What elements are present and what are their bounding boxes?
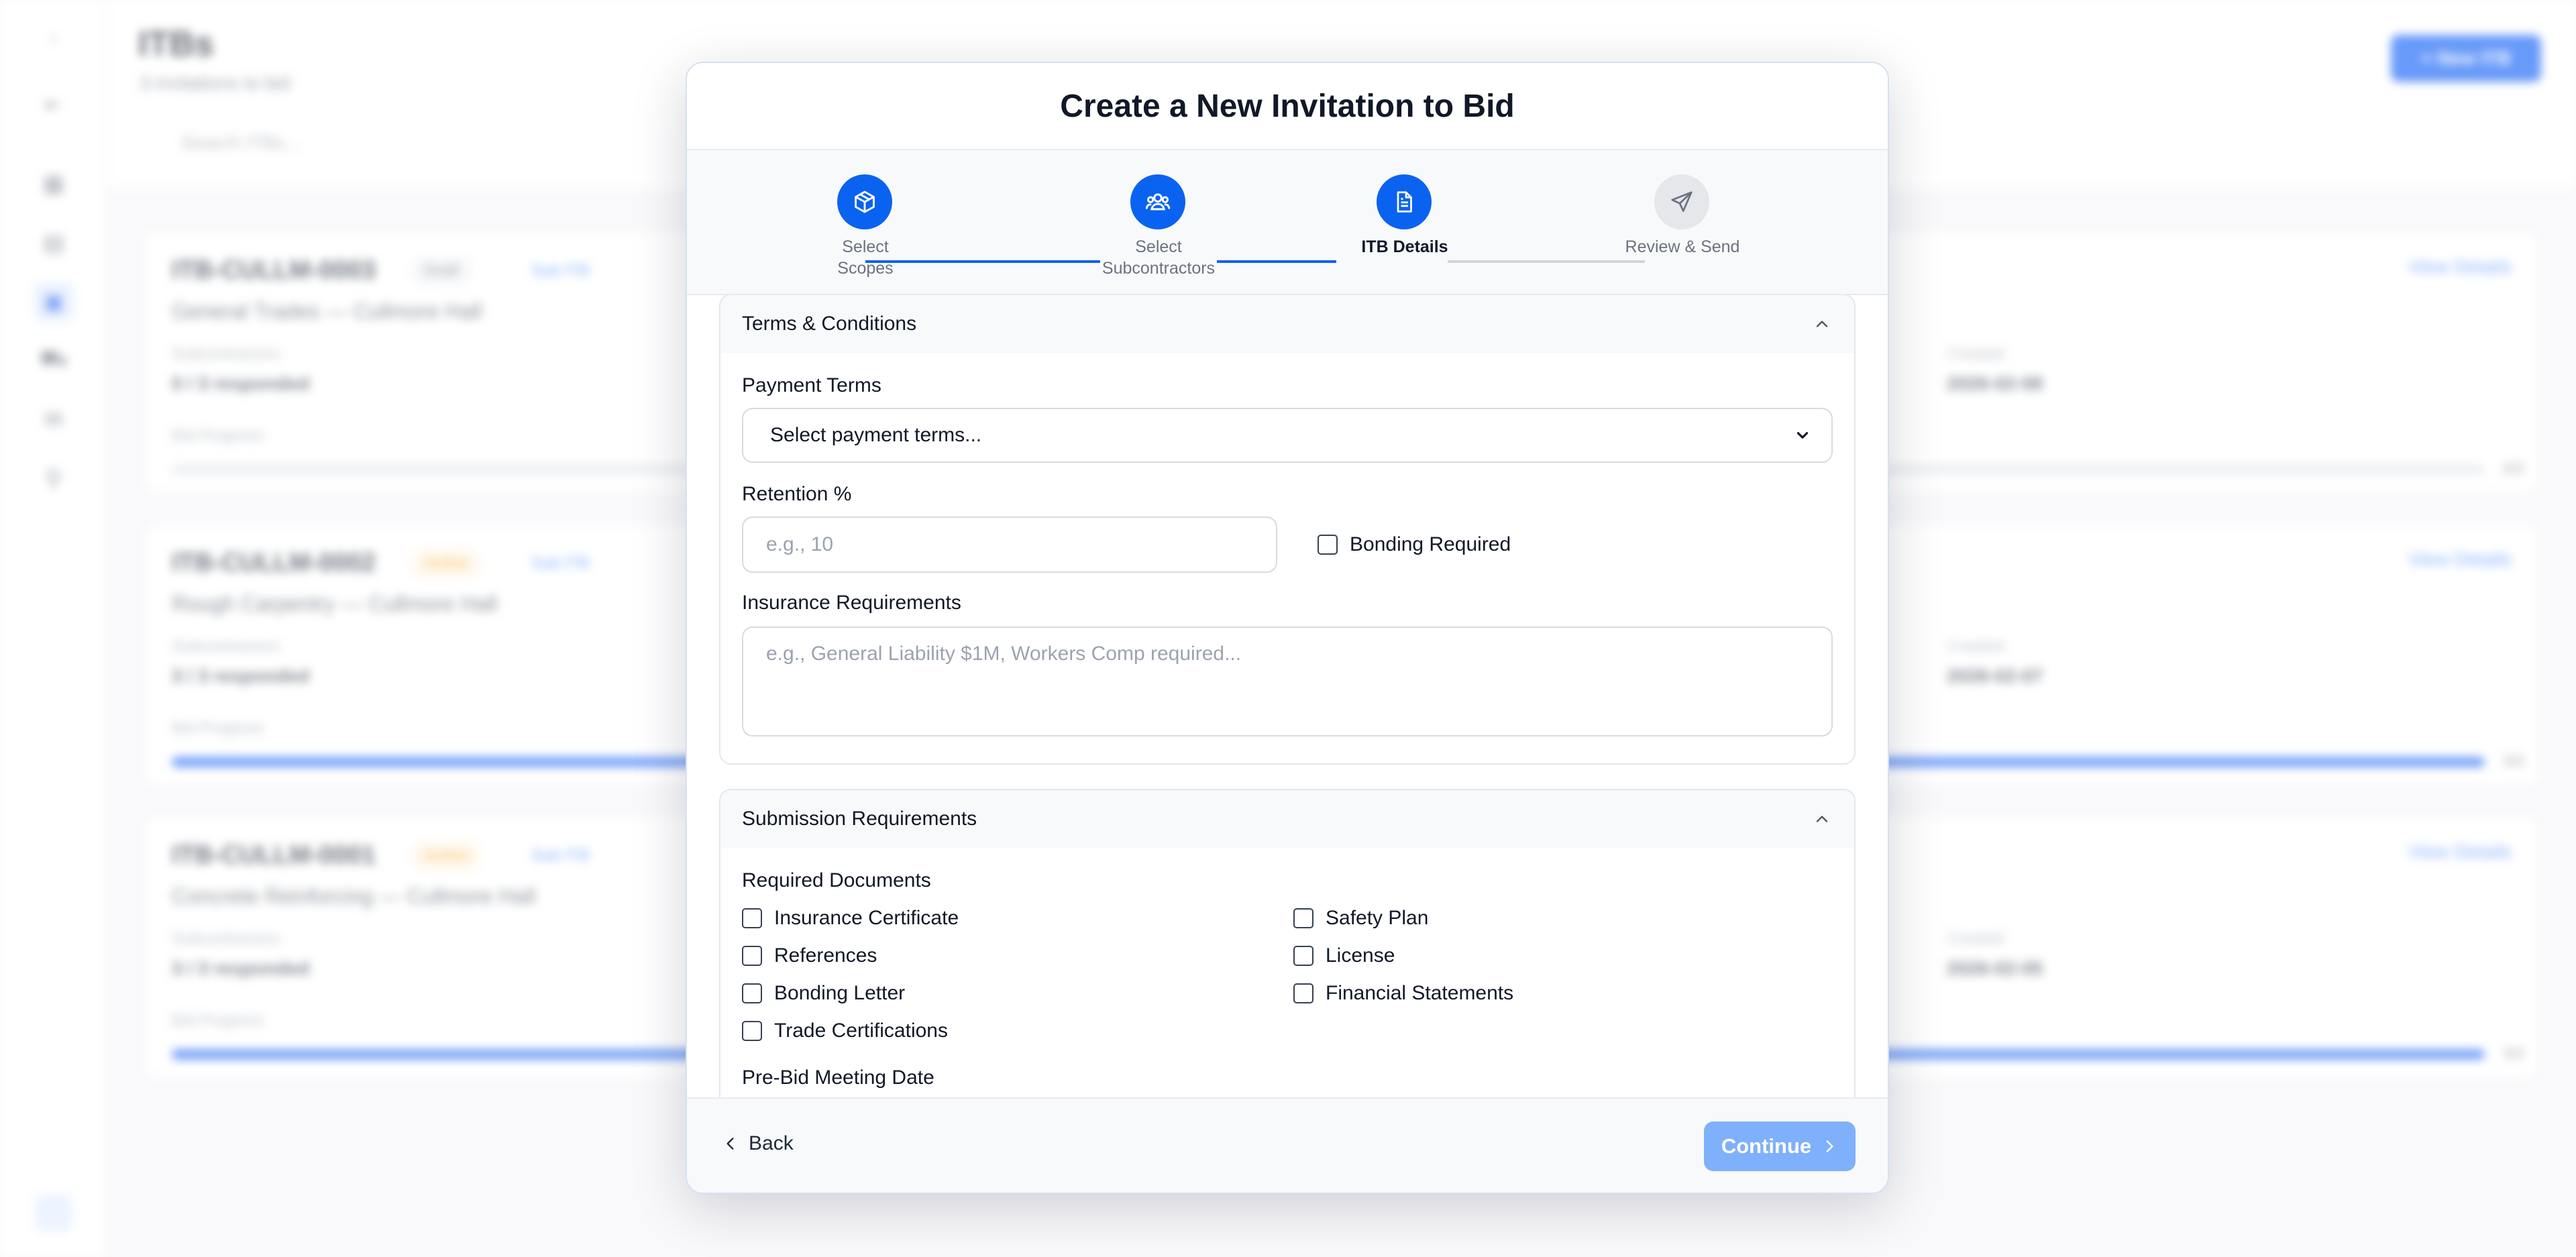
checkbox-box[interactable] [1293, 983, 1313, 1003]
step-label: Review & Send [1625, 237, 1740, 256]
modal-title: Create a New Invitation to Bid [1060, 88, 1515, 124]
insurance-textarea[interactable]: e.g., General Liability $1M, Workers Com… [742, 626, 1833, 736]
checkbox-box[interactable] [742, 946, 762, 966]
modal-footer: Back Continue [687, 1097, 1888, 1193]
doc-checkbox-safety-plan[interactable]: Safety Plan [1293, 907, 1428, 930]
doc-checkbox-trade-certifications[interactable]: Trade Certifications [742, 1020, 948, 1042]
create-itb-modal: Create a New Invitation to Bid Select Sc… [686, 62, 1889, 1194]
terms-section: Terms & Conditions Payment Terms Select … [719, 295, 1856, 765]
step-label: ITB Details [1361, 237, 1448, 256]
checkbox-box[interactable] [742, 983, 762, 1003]
doc-checkbox-license[interactable]: License [1293, 944, 1395, 967]
users-icon [1130, 174, 1185, 229]
doc-checkbox-bonding-letter[interactable]: Bonding Letter [742, 982, 905, 1005]
modal-body[interactable]: Terms & Conditions Payment Terms Select … [687, 295, 1888, 1097]
chevron-down-icon [1796, 432, 1809, 439]
modal-header: Create a New Invitation to Bid [687, 63, 1888, 150]
bonding-required-checkbox[interactable]: Bonding Required [1318, 533, 1511, 556]
cube-icon [837, 174, 892, 229]
submission-section: Submission Requirements Required Documen… [719, 789, 1856, 1097]
checkbox-box[interactable] [742, 908, 762, 928]
payment-terms-select[interactable]: Select payment terms... [742, 408, 1833, 463]
chevron-right-icon [1826, 1140, 1833, 1152]
checkbox-box[interactable] [1293, 946, 1313, 966]
step-label: Select Subcontractors [1102, 237, 1216, 278]
doc-checkbox-references[interactable]: References [742, 944, 877, 967]
terms-section-header[interactable]: Terms & Conditions [720, 295, 1854, 353]
checkbox-box[interactable] [1293, 908, 1313, 928]
continue-button[interactable]: Continue [1704, 1122, 1856, 1171]
back-label: Back [749, 1132, 794, 1154]
step-label: Select Scopes [837, 237, 894, 278]
retention-label: Retention % [742, 483, 852, 505]
send-icon [1654, 174, 1709, 229]
insurance-label: Insurance Requirements [742, 592, 961, 614]
payment-terms-label: Payment Terms [742, 374, 881, 396]
checkbox-label: Safety Plan [1326, 907, 1429, 929]
wizard-stepper: Select Scopes Select Subcontractors ITB … [687, 150, 1888, 295]
checkbox-label: License [1326, 944, 1395, 967]
continue-label: Continue [1721, 1134, 1812, 1158]
doc-checkbox-financial-statements[interactable]: Financial Statements [1293, 982, 1513, 1005]
back-button[interactable]: Back [722, 1132, 794, 1155]
section-title: Submission Requirements [742, 808, 977, 830]
checkbox-label: References [774, 944, 877, 967]
checkbox-label: Bonding Letter [774, 982, 906, 1004]
submission-section-header[interactable]: Submission Requirements [720, 790, 1854, 848]
pre-bid-meeting-label: Pre-Bid Meeting Date [742, 1067, 934, 1089]
checkbox-box[interactable] [742, 1021, 762, 1041]
doc-checkbox-insurance-certificate[interactable]: Insurance Certificate [742, 907, 959, 930]
chevron-up-icon [1816, 321, 1828, 327]
checkbox-label: Trade Certifications [774, 1020, 948, 1042]
chevron-up-icon [1816, 816, 1828, 822]
chevron-left-icon [727, 1138, 734, 1150]
checkbox-label: Insurance Certificate [774, 907, 959, 929]
required-documents-label: Required Documents [742, 869, 931, 891]
checkbox-box[interactable] [1318, 535, 1338, 555]
step-connector [1448, 260, 1645, 263]
checkbox-label: Financial Statements [1326, 982, 1514, 1004]
payment-terms-value: Select payment terms... [770, 424, 982, 446]
retention-input[interactable]: e.g., 10 [742, 516, 1277, 573]
checkbox-label: Bonding Required [1350, 533, 1511, 555]
document-icon [1377, 174, 1432, 229]
section-title: Terms & Conditions [742, 313, 917, 335]
